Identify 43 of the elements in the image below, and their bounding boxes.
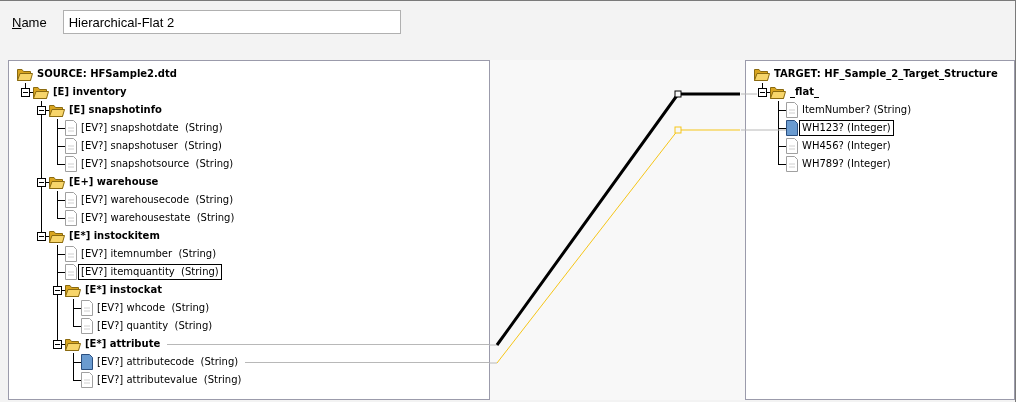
collapse-toggle[interactable] [21, 88, 30, 97]
node-label[interactable]: [EV?] quantity (String) [94, 318, 216, 334]
folder-icon [49, 175, 65, 189]
folder-icon [49, 229, 65, 243]
node-label[interactable]: ItemNumber? (String) [799, 102, 915, 118]
node-label[interactable]: [EV?] warehousestate (String) [78, 210, 238, 226]
node-label[interactable]: [EV?] attributevalue (String) [94, 372, 245, 388]
folder-icon [754, 67, 770, 81]
node-label[interactable]: SOURCE: HFSample2.dtd [34, 66, 180, 82]
node-label[interactable]: [EV?] warehousecode (String) [78, 192, 237, 208]
mapping-line[interactable] [488, 126, 787, 364]
collapse-toggle[interactable] [758, 88, 767, 97]
folder-icon [17, 67, 33, 81]
node-label[interactable]: [EV?] itemquantity (String) [78, 264, 222, 280]
node-label[interactable]: [EV?] snapshotdate (String) [78, 120, 226, 136]
node-label[interactable]: WH123? (Integer) [799, 120, 894, 136]
folder-icon [49, 103, 65, 117]
name-field[interactable]: Hierarchical-Flat 2 [62, 10, 401, 34]
node-label[interactable]: WH789? (Integer) [799, 156, 894, 172]
node-label[interactable]: [EV?] itemnumber (String) [78, 246, 220, 262]
node-label[interactable]: TARGET: HF_Sample_2_Target_Structure [771, 66, 1001, 82]
node-label[interactable]: [E*] instockitem [66, 228, 163, 244]
node-label[interactable]: [E+] warehouse [66, 174, 162, 190]
node-label[interactable]: [E*] instockat [82, 282, 165, 298]
folder-icon [33, 85, 49, 99]
node-label[interactable]: [E] inventory [50, 84, 130, 100]
folder-icon [770, 85, 786, 99]
node-label[interactable]: [EV?] snapshotuser (String) [78, 138, 225, 154]
collapse-toggle[interactable] [37, 232, 46, 241]
node-label[interactable]: [E] snapshotinfo [66, 102, 165, 118]
collapse-toggle[interactable] [37, 178, 46, 187]
node-label[interactable]: [EV?] attributecode (String) [94, 354, 242, 370]
folder-icon [65, 337, 81, 351]
folder-icon [65, 283, 81, 297]
collapse-toggle[interactable] [37, 106, 46, 115]
node-label[interactable]: [EV?] snapshotsource (String) [78, 156, 237, 172]
name-label: Name [12, 14, 47, 30]
collapse-toggle[interactable] [53, 286, 62, 295]
collapse-toggle[interactable] [53, 340, 62, 349]
node-label[interactable]: [EV?] whcode (String) [94, 300, 213, 316]
node-label[interactable]: WH456? (Integer) [799, 138, 894, 154]
node-label[interactable]: _flat_ [787, 84, 822, 100]
node-label[interactable]: [E*] attribute [82, 336, 164, 352]
